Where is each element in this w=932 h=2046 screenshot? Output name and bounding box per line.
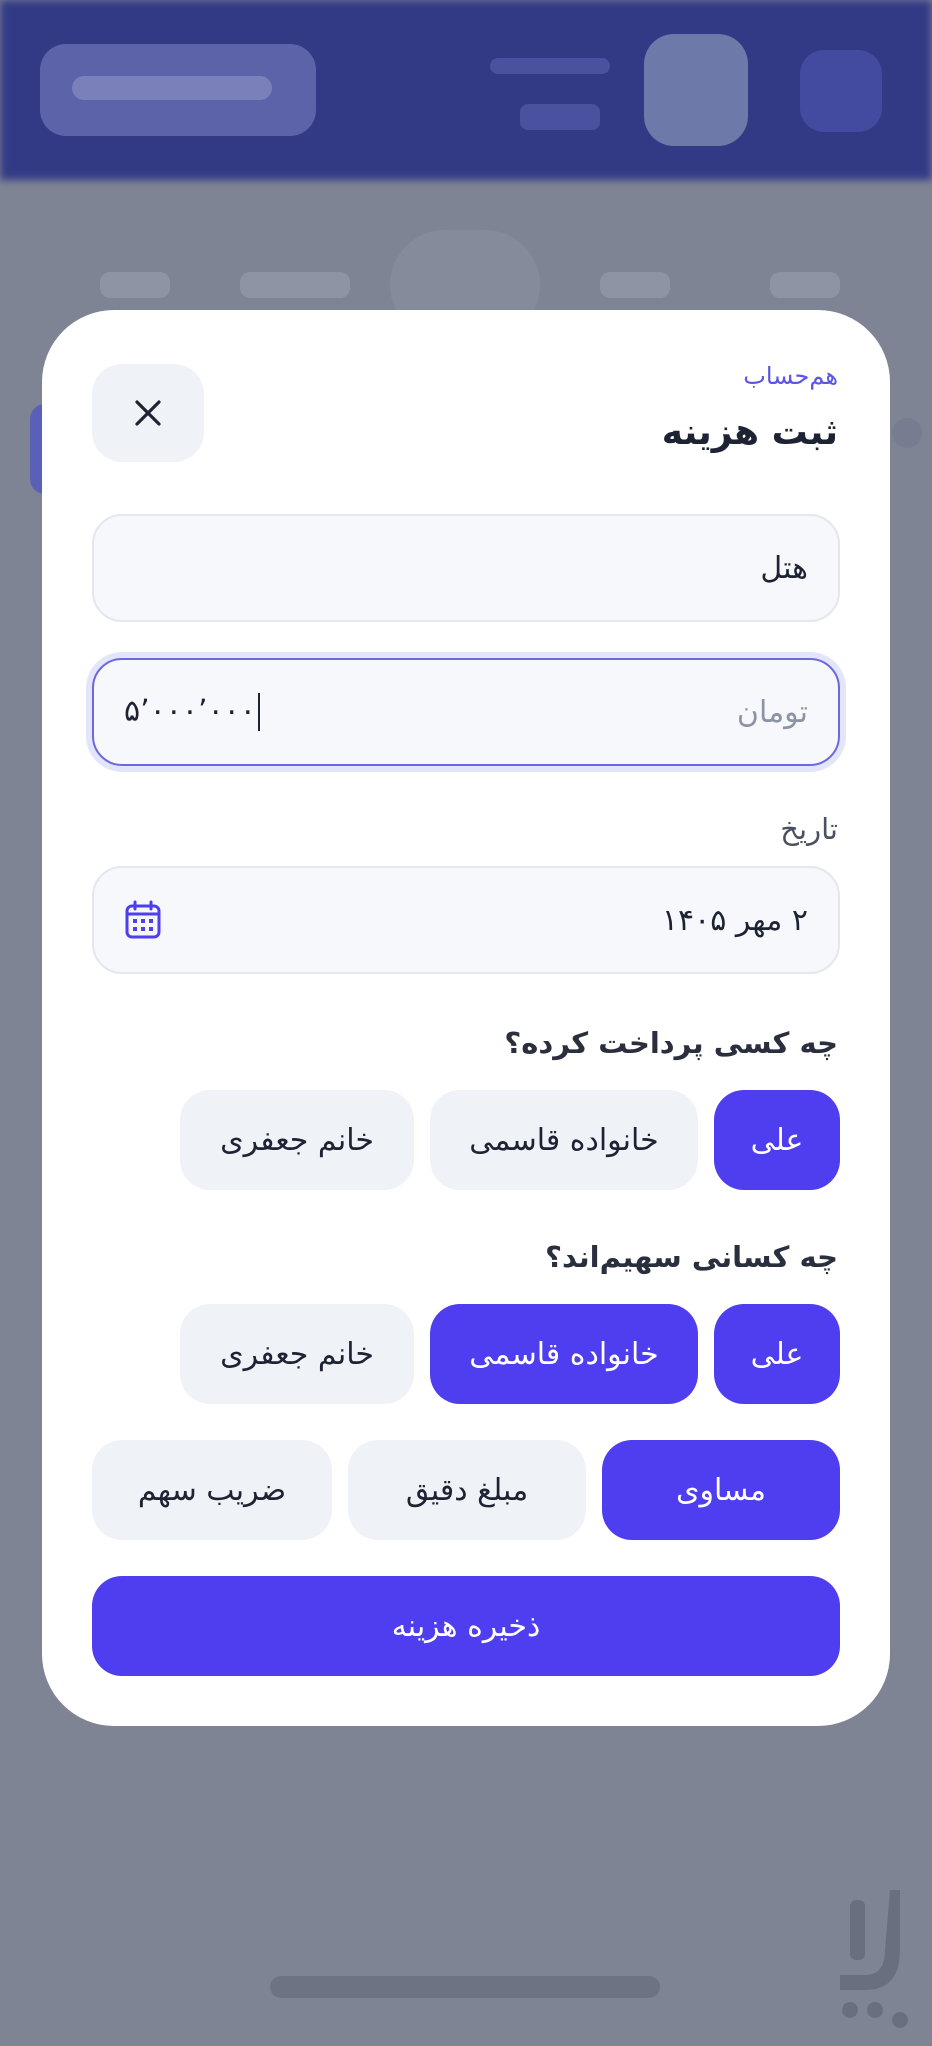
background-footer-text bbox=[270, 1976, 660, 1998]
payer-chip-ali[interactable]: علی bbox=[714, 1090, 840, 1190]
save-expense-button[interactable]: ذخیره هزینه bbox=[92, 1576, 840, 1676]
background-tab bbox=[100, 272, 170, 298]
currency-label: تومان bbox=[736, 694, 808, 730]
add-expense-modal: هم‌حساب ثبت هزینه هتل تومان ۵٬۰۰۰٬۰۰۰ تا… bbox=[42, 310, 890, 1726]
close-icon bbox=[135, 400, 161, 426]
date-field[interactable]: ۲ مهر ۱۴۰۵ bbox=[92, 866, 840, 974]
background-tab bbox=[240, 272, 350, 298]
share-question-label: چه کسانی سهیم‌اند؟ bbox=[545, 1240, 838, 1274]
expense-title-field[interactable]: هتل bbox=[92, 514, 840, 622]
amount-value-wrap: ۵٬۰۰۰٬۰۰۰ bbox=[124, 693, 260, 731]
close-button[interactable] bbox=[92, 364, 204, 462]
payer-chip-ms-jafari[interactable]: خانم جعفری bbox=[180, 1090, 414, 1190]
modal-title: ثبت هزینه bbox=[661, 412, 838, 453]
background-title-line bbox=[520, 104, 600, 130]
background-tab bbox=[600, 272, 670, 298]
share-chip-ali[interactable]: علی bbox=[714, 1304, 840, 1404]
store-watermark-icon bbox=[840, 1890, 908, 2028]
background-title-line bbox=[490, 58, 610, 74]
background-tab bbox=[770, 272, 840, 298]
share-chip-ms-jafari[interactable]: خانم جعفری bbox=[180, 1304, 414, 1404]
split-share-ratio-button[interactable]: ضریب سهم bbox=[92, 1440, 332, 1540]
split-exact-amount-button[interactable]: مبلغ دقیق bbox=[348, 1440, 586, 1540]
date-value: ۲ مهر ۱۴۰۵ bbox=[661, 902, 808, 938]
app-brand: هم‌حساب bbox=[743, 362, 838, 390]
background-logo bbox=[644, 34, 748, 146]
background-pill-text bbox=[72, 76, 272, 100]
background-card bbox=[892, 418, 922, 448]
text-caret bbox=[257, 693, 260, 731]
date-label: تاریخ bbox=[780, 812, 838, 846]
payer-question-label: چه کسی پرداخت کرده؟ bbox=[504, 1026, 838, 1060]
calendar-icon[interactable] bbox=[124, 900, 162, 940]
amount-field[interactable]: تومان ۵٬۰۰۰٬۰۰۰ bbox=[92, 658, 840, 766]
background-menu bbox=[800, 50, 882, 132]
split-equal-button[interactable]: مساوی bbox=[602, 1440, 840, 1540]
payer-chip-ghasemi-family[interactable]: خانواده قاسمی bbox=[430, 1090, 698, 1190]
amount-value: ۵٬۰۰۰٬۰۰۰ bbox=[124, 693, 256, 729]
share-chip-ghasemi-family[interactable]: خانواده قاسمی bbox=[430, 1304, 698, 1404]
expense-title-value: هتل bbox=[760, 550, 808, 586]
